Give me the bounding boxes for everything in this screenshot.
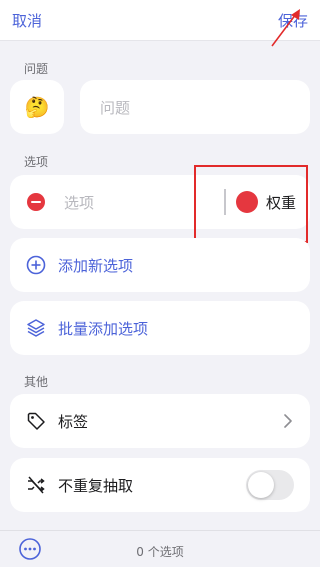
weight-highlight-annotation	[194, 165, 308, 243]
no-repeat-row: 不重复抽取	[10, 458, 310, 512]
bottom-bar: 0 个选项	[0, 530, 320, 567]
tag-icon	[27, 412, 45, 430]
red-arrow-annotation-icon	[271, 9, 300, 47]
question-placeholder: 问题	[100, 99, 131, 117]
tags-row[interactable]: 标签	[10, 394, 310, 448]
shuffle-off-icon	[28, 476, 45, 494]
batch-add-label: 批量添加选项	[58, 320, 149, 338]
chevron-right-icon	[284, 414, 292, 428]
add-option-label: 添加新选项	[58, 257, 134, 275]
thinking-face-emoji-icon: 🤔	[24, 95, 50, 119]
plus-circle-icon	[26, 255, 46, 275]
tags-label: 标签	[58, 413, 89, 431]
no-repeat-toggle[interactable]	[246, 470, 294, 500]
options-section-label: 选项	[24, 155, 49, 169]
add-option-button[interactable]: 添加新选项	[10, 238, 310, 292]
cancel-button[interactable]: 取消	[12, 10, 42, 31]
option-count: 0 个选项	[136, 545, 184, 559]
question-input[interactable]: 问题	[80, 80, 310, 134]
option-input[interactable]: 选项	[64, 192, 94, 213]
emoji-picker-button[interactable]: 🤔	[10, 80, 64, 134]
batch-add-button[interactable]: 批量添加选项	[10, 301, 310, 355]
minus-circle-icon[interactable]	[27, 193, 45, 211]
question-section-label: 问题	[24, 62, 49, 76]
no-repeat-label: 不重复抽取	[58, 477, 134, 495]
toggle-knob	[248, 472, 274, 498]
layers-icon	[27, 319, 45, 337]
other-section-label: 其他	[24, 375, 49, 389]
